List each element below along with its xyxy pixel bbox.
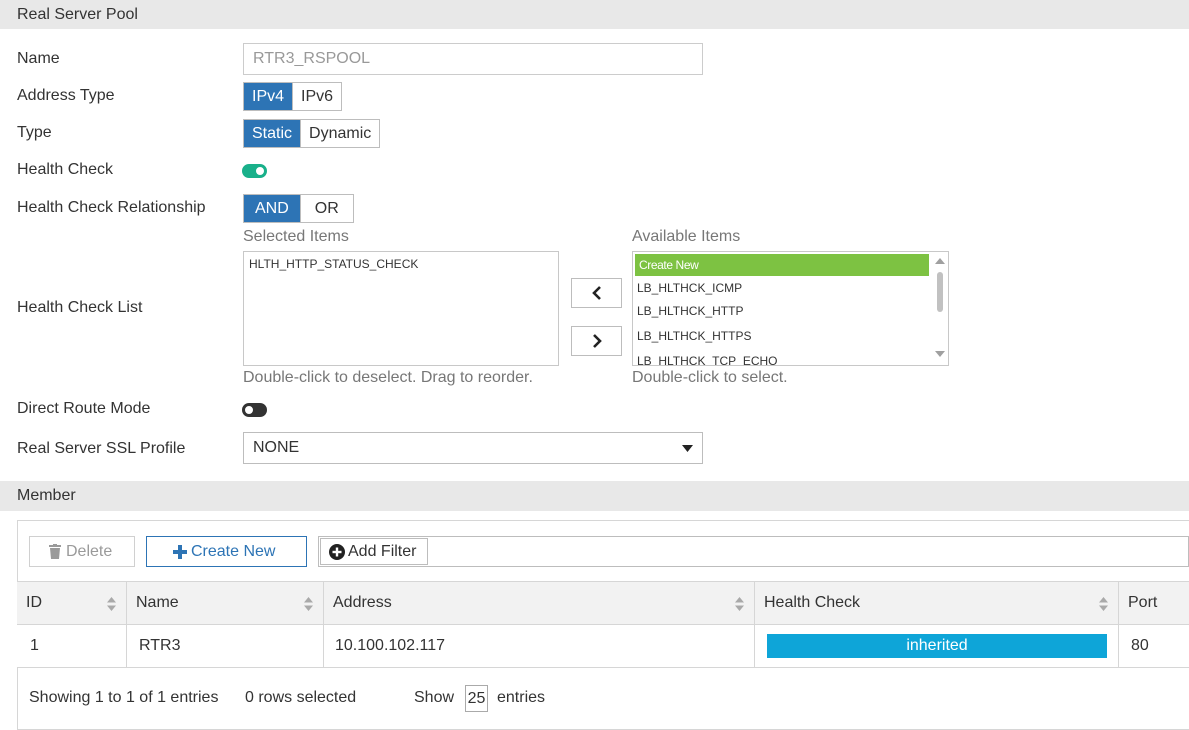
address-type-toggle: IPv4 IPv6 (243, 82, 343, 111)
scroll-up-icon[interactable] (935, 258, 945, 264)
cell-address: 10.100.102.117 (323, 625, 754, 667)
scrollbar[interactable] (931, 252, 948, 365)
sort-icon (107, 597, 116, 611)
cell-health-check: inherited (754, 625, 1118, 667)
available-items-label: Available Items (632, 228, 741, 245)
relationship-or[interactable]: OR (299, 195, 353, 222)
list-item[interactable]: LB_HLTHCK_HTTP (633, 301, 948, 326)
add-filter-button[interactable]: Add Filter (320, 538, 428, 565)
status-badge: inherited (767, 634, 1107, 658)
health-check-switch[interactable] (242, 164, 267, 178)
direct-route-mode-switch[interactable] (242, 403, 267, 417)
add-circle-icon (329, 543, 345, 560)
ssl-profile-value: NONE (253, 439, 300, 456)
column-header-label: ID (26, 594, 42, 611)
cell-id: 1 (30, 637, 39, 654)
name-label: Name (17, 50, 60, 67)
relationship-and[interactable]: AND (244, 195, 300, 222)
show-label: Show (414, 689, 455, 706)
section-header-real-server-pool: Real Server Pool (0, 0, 1189, 29)
delete-button[interactable]: Delete (29, 536, 135, 567)
add-filter-label: Add Filter (348, 543, 417, 560)
list-item[interactable]: LB_HLTHCK_ICMP (633, 276, 948, 301)
column-header-label: Port (1128, 594, 1158, 611)
selected-items-list[interactable]: HLTH_HTTP_STATUS_CHECK (243, 251, 559, 366)
list-item[interactable]: LB_HLTHCK_TCP_ECHO (633, 351, 948, 365)
filter-bar[interactable] (318, 536, 1189, 567)
switch-knob (255, 166, 265, 176)
column-header-id[interactable]: ID (17, 582, 126, 624)
health-check-label: Health Check (17, 161, 114, 178)
scroll-down-icon[interactable] (935, 351, 945, 357)
ssl-profile-select[interactable]: NONE (243, 432, 703, 464)
switch-knob (244, 405, 254, 415)
move-left-button[interactable] (571, 278, 622, 308)
address-type-ipv4[interactable]: IPv4 (244, 83, 293, 110)
cell-name: RTR3 (126, 625, 323, 667)
available-items-list[interactable]: Create New LB_HLTHCK_ICMP LB_HLTHCK_HTTP… (632, 251, 949, 366)
name-field[interactable]: RTR3_RSPOOL (243, 43, 703, 75)
create-new-label: Create New (191, 543, 276, 560)
page-size-input[interactable]: 25 (465, 685, 488, 712)
type-dynamic[interactable]: Dynamic (300, 120, 380, 147)
table-header: ID Name Address Health Check Port (17, 581, 1189, 625)
column-header-name[interactable]: Name (126, 582, 323, 624)
entries-summary: Showing 1 to 1 of 1 entries (29, 689, 219, 706)
type-label: Type (17, 124, 52, 141)
selected-hint: Double-click to deselect. Drag to reorde… (243, 369, 533, 386)
column-header-label: Name (136, 594, 179, 611)
chevron-right-icon (592, 334, 602, 348)
table-row[interactable]: 1 RTR3 10.100.102.117 inherited 80 (17, 625, 1189, 668)
create-new-item[interactable]: Create New (635, 254, 929, 276)
plus-icon (173, 544, 187, 559)
address-type-ipv6[interactable]: IPv6 (292, 83, 342, 110)
direct-route-mode-label: Direct Route Mode (17, 400, 151, 417)
trash-icon (49, 544, 61, 559)
scrollbar-thumb[interactable] (937, 272, 943, 312)
column-header-label: Health Check (764, 594, 861, 611)
chevron-down-icon (682, 445, 693, 452)
column-header-label: Address (333, 594, 392, 611)
ssl-profile-label: Real Server SSL Profile (17, 440, 186, 457)
list-item[interactable]: LB_HLTHCK_HTTPS (633, 326, 948, 351)
type-toggle: Static Dynamic (243, 119, 381, 148)
available-hint: Double-click to select. (632, 369, 788, 386)
sort-icon (735, 597, 744, 611)
column-header-address[interactable]: Address (323, 582, 754, 624)
entries-label: entries (497, 689, 546, 706)
section-header-member: Member (0, 481, 1189, 511)
cell-port: 80 (1118, 625, 1189, 667)
health-check-list-label: Health Check List (17, 299, 143, 316)
sort-icon (1099, 597, 1108, 611)
sort-icon (304, 597, 313, 611)
delete-label: Delete (66, 543, 113, 560)
create-new-button[interactable]: Create New (146, 536, 307, 567)
address-type-label: Address Type (17, 87, 115, 104)
rows-selected: 0 rows selected (245, 689, 357, 706)
type-static[interactable]: Static (244, 120, 301, 147)
chevron-left-icon (591, 286, 601, 300)
selected-items-label: Selected Items (243, 228, 349, 245)
column-header-port[interactable]: Port (1118, 582, 1189, 624)
column-header-health-check[interactable]: Health Check (754, 582, 1118, 624)
relationship-toggle: AND OR (243, 194, 354, 223)
health-check-relationship-label: Health Check Relationship (17, 199, 206, 216)
list-item[interactable]: HLTH_HTTP_STATUS_CHECK (244, 254, 558, 279)
move-right-button[interactable] (571, 326, 622, 356)
